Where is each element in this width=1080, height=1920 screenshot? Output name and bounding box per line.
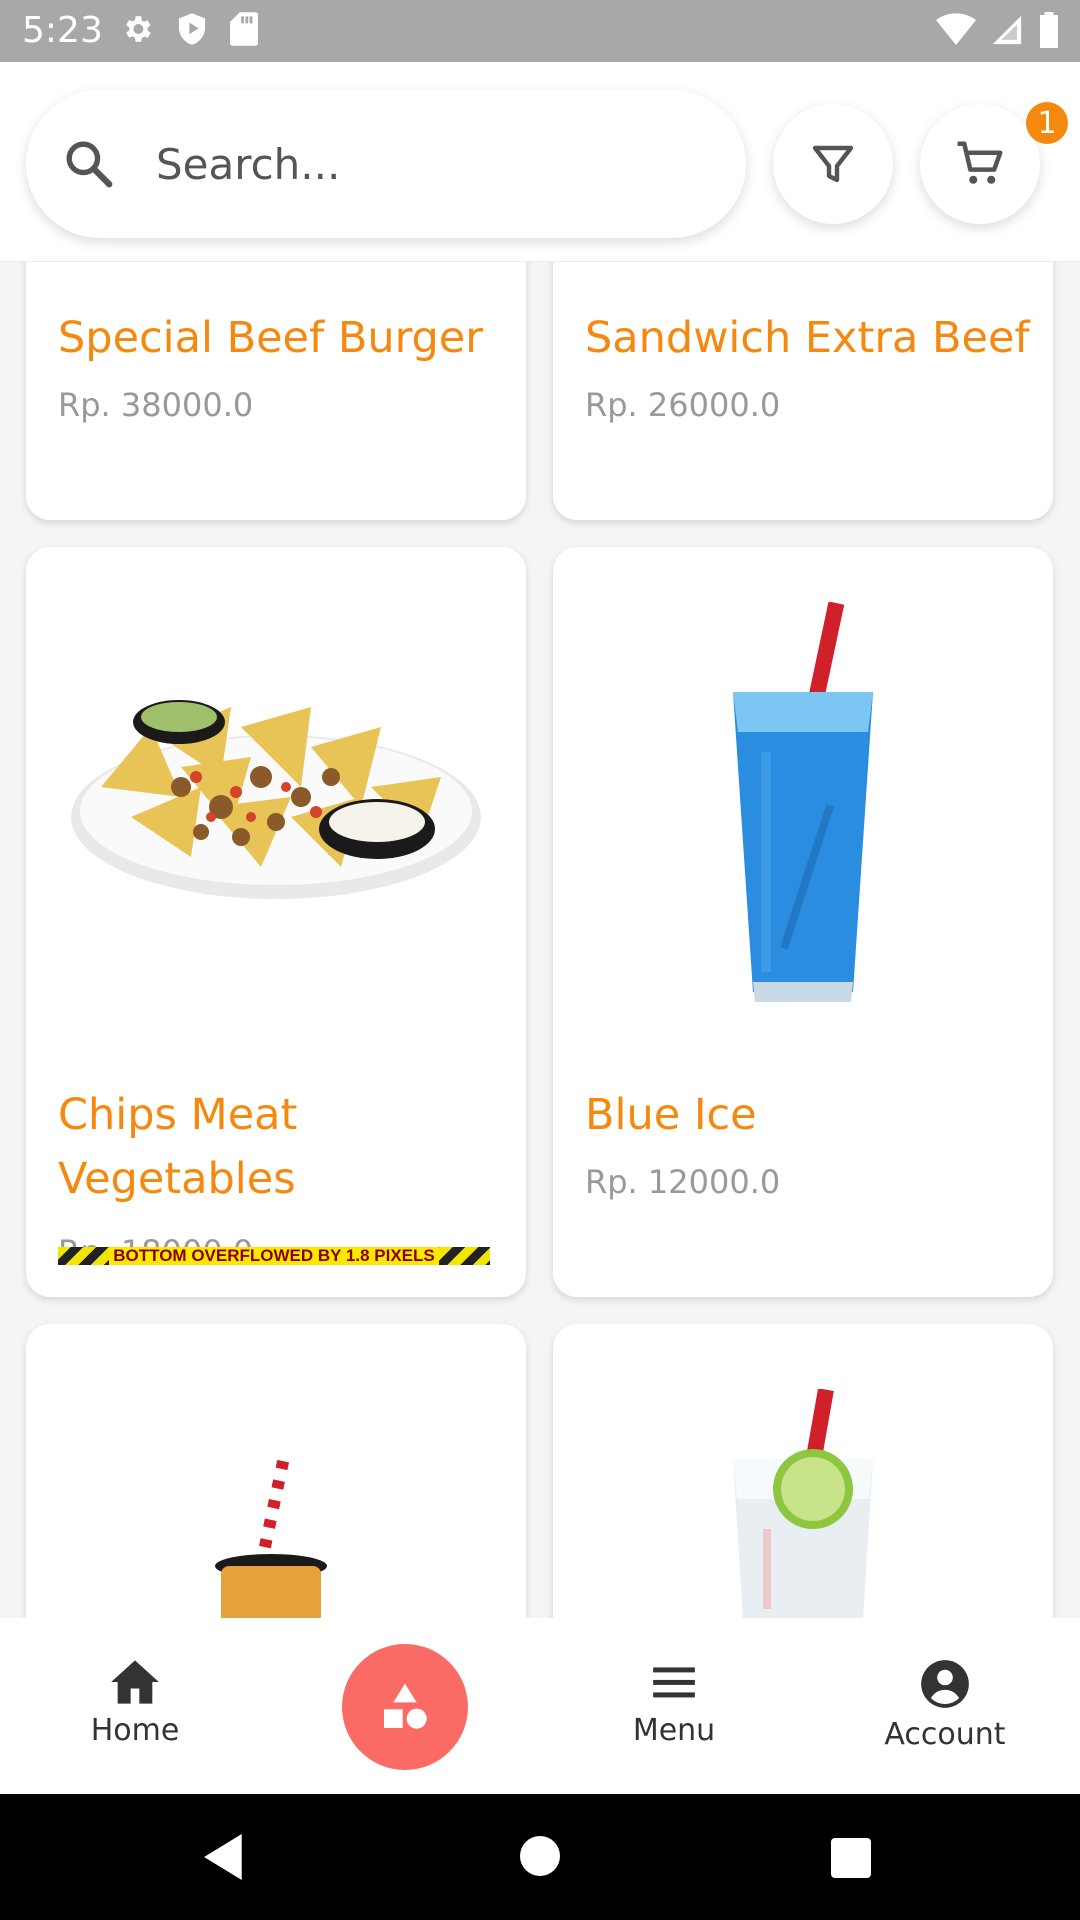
nav-account-label: Account	[884, 1717, 1006, 1752]
wifi-icon	[936, 13, 976, 46]
lime-soda-image	[733, 1389, 873, 1619]
categories-fab[interactable]	[342, 1644, 468, 1770]
cell-signal-icon	[992, 15, 1022, 45]
product-image	[553, 1389, 1053, 1619]
account-circle-icon	[921, 1660, 969, 1708]
battery-icon	[1040, 12, 1058, 48]
app-header	[0, 62, 1080, 262]
back-icon[interactable]	[204, 1834, 246, 1880]
product-name: Chips Meat Vegetables	[58, 1090, 298, 1204]
product-card[interactable]: Chips Meat Vegetables Rp. 18000.0 BOTTOM…	[26, 547, 526, 1297]
recents-square-icon[interactable]	[831, 1838, 871, 1878]
product-image	[26, 1454, 526, 1624]
nachos-plate-image	[71, 700, 481, 899]
nav-account[interactable]: Account	[845, 1658, 1045, 1752]
system-navigation-bar	[0, 1794, 1080, 1920]
product-name: Special Beef Burger	[58, 313, 483, 363]
shapes-icon	[384, 1683, 427, 1729]
filter-icon	[812, 145, 854, 183]
product-name: Sandwich Extra Beef	[585, 313, 1030, 363]
shield-play-icon	[178, 13, 206, 45]
status-time: 5:23	[22, 10, 103, 51]
blue-ice-drink-image	[733, 602, 873, 1002]
search-bar[interactable]	[26, 90, 746, 238]
nav-home-label: Home	[90, 1713, 180, 1748]
bottom-navigation: Home Menu Account	[0, 1618, 1080, 1794]
filter-button[interactable]	[773, 104, 893, 224]
search-icon	[66, 141, 113, 188]
home-icon	[111, 1660, 159, 1704]
product-name: Blue Ice	[585, 1090, 757, 1140]
cart-badge: 1	[1026, 102, 1068, 144]
nav-menu[interactable]: Menu	[574, 1658, 774, 1748]
search-input[interactable]	[156, 139, 716, 189]
product-price: Rp. 26000.0	[585, 386, 781, 424]
shopping-cart-icon	[957, 141, 1003, 184]
product-image	[553, 602, 1053, 1012]
product-price: Rp. 12000.0	[585, 1163, 781, 1201]
overflow-warning: BOTTOM OVERFLOWED BY 1.8 PIXELS	[58, 1247, 490, 1265]
cart-button[interactable]	[920, 104, 1040, 224]
juice-jar-image	[215, 1454, 327, 1624]
status-bar: 5:23	[0, 0, 1080, 62]
product-price: Rp. 38000.0	[58, 386, 254, 424]
overflow-warning-text: BOTTOM OVERFLOWED BY 1.8 PIXELS	[109, 1247, 439, 1265]
nav-home[interactable]: Home	[35, 1658, 235, 1748]
settings-gear-icon	[126, 16, 151, 42]
product-card[interactable]: Blue Ice Rp. 12000.0	[553, 547, 1053, 1297]
home-circle-icon[interactable]	[520, 1836, 560, 1876]
menu-icon	[653, 1667, 695, 1698]
sd-card-icon	[230, 12, 258, 46]
nav-menu-label: Menu	[632, 1713, 716, 1748]
product-image	[26, 667, 526, 927]
